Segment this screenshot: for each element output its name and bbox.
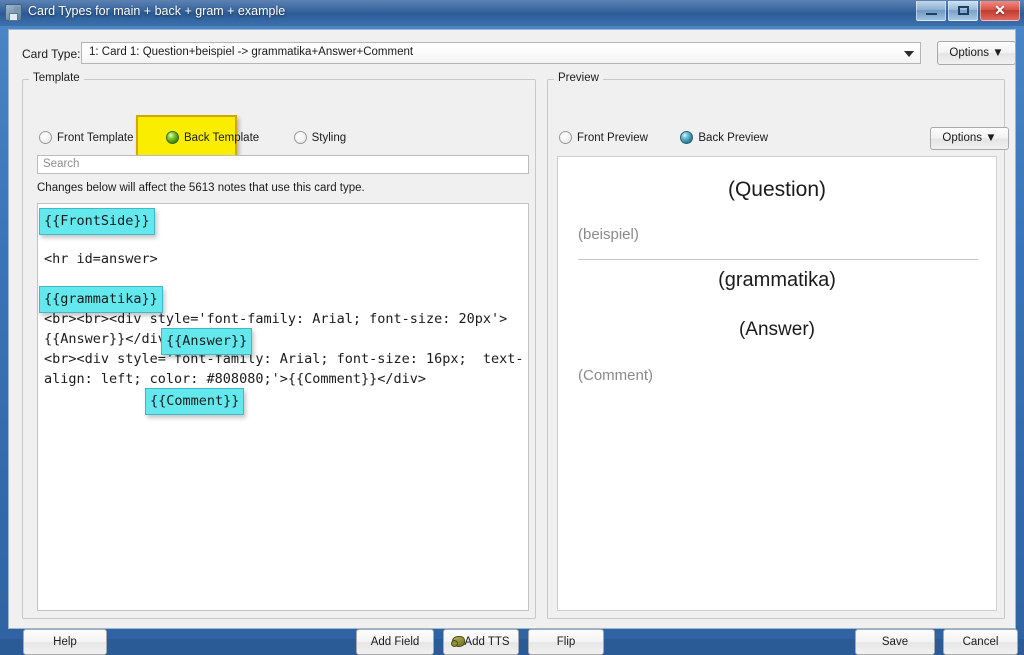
add-tts-button[interactable]: Add TTS — [443, 629, 519, 655]
title-bar: Card Types for main + back + gram + exam… — [0, 0, 1024, 26]
annotation-answer: {{Answer}} — [161, 328, 253, 355]
chevron-down-icon — [904, 51, 914, 57]
radio-front-template[interactable]: Front Template — [39, 129, 134, 147]
radio-dot-selected-icon — [680, 131, 694, 144]
search-input[interactable]: Search — [37, 155, 529, 174]
card-type-label: Card Type: — [22, 47, 81, 61]
preview-comment: (Comment) — [578, 367, 654, 384]
radio-back-template[interactable]: Back Template — [165, 129, 260, 147]
template-group-legend: Template — [29, 72, 84, 84]
speaker-icon — [451, 636, 465, 647]
preview-answer: (Answer) — [738, 319, 815, 340]
options-button-top[interactable]: Options ▼ — [937, 41, 1016, 65]
template-code-editor[interactable]: {{FrontSide}} <hr id=answer> {{grammatik… — [37, 203, 529, 611]
search-placeholder: Search — [43, 158, 80, 170]
template-radio-group: Front Template Back Template Styling — [39, 129, 358, 147]
radio-styling[interactable]: Styling — [293, 129, 347, 147]
add-tts-label: Add TTS — [464, 636, 510, 648]
flip-button[interactable]: Flip — [528, 629, 604, 655]
annotation-frontside: {{FrontSide}} — [39, 208, 155, 235]
card-type-select[interactable]: 1: Card 1: Question+beispiel -> grammati… — [81, 42, 921, 64]
radio-label: Styling — [311, 132, 347, 144]
radio-front-preview[interactable]: Front Preview — [559, 129, 648, 147]
maximize-icon[interactable] — [948, 1, 978, 21]
minimize-icon[interactable] — [916, 1, 946, 21]
preview-beispiel: (beispiel) — [578, 226, 639, 243]
radio-label: Back Preview — [698, 132, 769, 144]
card-types-icon — [5, 4, 22, 21]
radio-dot-icon — [39, 131, 52, 144]
dialog-window: Card Types for main + back + gram + exam… — [0, 0, 1024, 655]
preview-radio-group: Front Preview Back Preview — [559, 129, 780, 147]
radio-dot-selected-icon — [165, 131, 179, 144]
radio-label: Front Template — [57, 132, 134, 144]
preview-divider — [578, 259, 978, 260]
cancel-button[interactable]: Cancel — [943, 629, 1018, 655]
radio-dot-icon — [559, 131, 572, 144]
add-field-button[interactable]: Add Field — [356, 629, 434, 655]
preview-card: (Question) (beispiel) (grammatika) (Answ… — [557, 156, 997, 611]
radio-label: Back Template — [183, 132, 260, 144]
close-icon[interactable] — [980, 1, 1020, 21]
radio-dot-icon — [293, 131, 307, 144]
preview-group-legend: Preview — [554, 72, 603, 84]
save-button[interactable]: Save — [855, 629, 935, 655]
preview-question: (Question) — [727, 178, 827, 201]
help-button[interactable]: Help — [23, 629, 107, 655]
window-title: Card Types for main + back + gram + exam… — [28, 4, 286, 18]
dialog-client-area: Card Type: 1: Card 1: Question+beispiel … — [8, 29, 1018, 655]
changes-note: Changes below will affect the 5613 notes… — [37, 182, 365, 194]
radio-back-preview[interactable]: Back Preview — [680, 129, 768, 147]
options-button-preview[interactable]: Options ▼ — [930, 127, 1009, 150]
preview-grammatika: (grammatika) — [718, 269, 836, 291]
radio-label: Front Preview — [577, 132, 648, 144]
card-type-value: 1: Card 1: Question+beispiel -> grammati… — [89, 46, 414, 58]
annotation-grammatika: {{grammatika}} — [39, 286, 163, 313]
annotation-comment: {{Comment}} — [145, 388, 245, 415]
